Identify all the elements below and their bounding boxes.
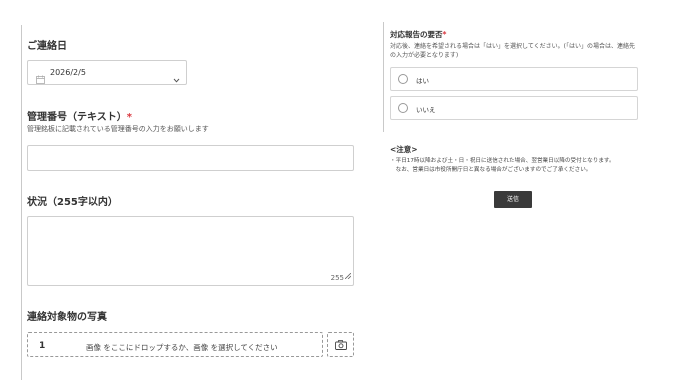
notes-line: なお、営業日は市役所開庁日と異なる場合がございますのでご了承ください。	[390, 167, 592, 173]
contact-date-title: ご連絡日	[27, 41, 67, 52]
notes-line: ・平日17時以降および土・日・祝日に送信された場合、翌営業日以降の受付となります…	[390, 158, 615, 164]
response-report-title-text: 対応報告の要否	[390, 30, 443, 39]
status-textarea[interactable]: 255	[27, 216, 354, 286]
photo-title: 連絡対象物の写真	[27, 312, 107, 323]
management-number-description: 管理銘板に記載されている管理番号の入力をお願いします	[27, 125, 209, 133]
radio-label-no: いいえ	[416, 106, 436, 114]
resize-handle-icon[interactable]	[344, 264, 352, 283]
management-number-input[interactable]	[27, 145, 354, 171]
radio-circle-icon[interactable]	[398, 103, 408, 113]
management-number-title: 管理番号（テキスト）*	[27, 108, 132, 123]
character-counter: 255	[330, 274, 344, 282]
required-mark: *	[126, 112, 132, 123]
response-report-description: 対応後、連絡を希望される場合は「はい」を選択してください。(「はい」の場合は、連…	[390, 43, 635, 59]
required-mark: *	[442, 30, 447, 39]
left-border-line	[21, 25, 22, 380]
submit-button[interactable]: 送信	[494, 191, 532, 208]
calendar-icon	[36, 69, 45, 88]
image-drop-zone[interactable]: 1 画像 をここにドロップするか、画像 を選択してください	[27, 332, 323, 357]
radio-option-yes[interactable]: はい	[390, 67, 638, 91]
image-slot-number: 1	[39, 341, 46, 351]
camera-icon	[335, 340, 347, 350]
camera-button[interactable]	[327, 332, 354, 357]
contact-date-value: 2026/2/5	[50, 68, 86, 77]
response-report-title: 対応報告の要否*	[390, 29, 446, 40]
image-drop-text: 画像 をここにドロップするか、画像 を選択してください	[86, 343, 278, 352]
radio-label-yes: はい	[416, 77, 429, 85]
management-number-title-text: 管理番号（テキスト）	[27, 112, 127, 123]
contact-date-picker[interactable]: 2026/2/5	[27, 60, 187, 85]
radio-option-no[interactable]: いいえ	[390, 96, 638, 120]
right-panel-border-line	[383, 22, 384, 132]
chevron-down-icon	[173, 69, 180, 88]
radio-circle-icon[interactable]	[398, 74, 408, 84]
notes-title: <注意>	[390, 145, 418, 154]
status-title: 状況（255字以内）	[27, 197, 118, 208]
